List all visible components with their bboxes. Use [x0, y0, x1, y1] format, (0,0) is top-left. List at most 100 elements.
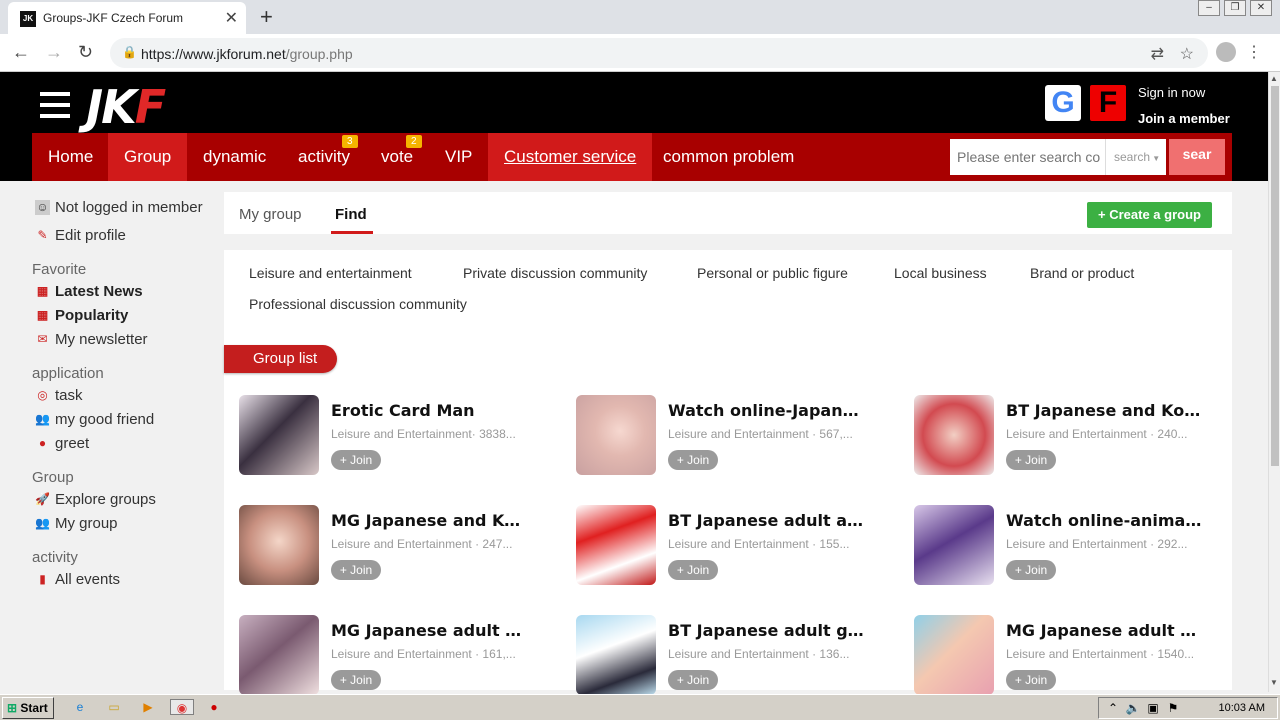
- sign-in-link[interactable]: Sign in now: [1138, 85, 1205, 100]
- folder-icon[interactable]: ▭: [106, 699, 122, 715]
- tab-my-group[interactable]: My group: [239, 206, 302, 223]
- page-scrollbar[interactable]: ▲ ▼: [1268, 72, 1280, 692]
- group-thumbnail[interactable]: [239, 395, 319, 475]
- bookmark-star-icon[interactable]: ☆: [1180, 44, 1194, 64]
- network-icon[interactable]: ▣: [1145, 700, 1161, 716]
- create-group-button[interactable]: + Create a group: [1087, 202, 1212, 228]
- join-button[interactable]: + Join: [331, 450, 381, 470]
- search-input[interactable]: [950, 139, 1105, 175]
- group-card[interactable]: Watch online-animation Leisure and Enter…: [914, 505, 1214, 585]
- category-professional-discussion[interactable]: Professional discussion community: [249, 296, 467, 312]
- nav-vip[interactable]: VIP: [429, 133, 488, 181]
- sidebar-user[interactable]: ☺ Not logged in member: [35, 199, 203, 216]
- translate-icon[interactable]: ⇄: [1151, 44, 1164, 64]
- category-local-business[interactable]: Local business: [894, 265, 987, 281]
- new-tab-icon[interactable]: +: [260, 4, 273, 30]
- group-thumbnail[interactable]: [914, 615, 994, 695]
- join-button[interactable]: + Join: [668, 560, 718, 580]
- flag-icon[interactable]: ⚑: [1165, 700, 1181, 716]
- group-title[interactable]: Erotic Card Man: [331, 401, 531, 420]
- group-title[interactable]: BT Japanese adult anime: [668, 511, 868, 530]
- join-button[interactable]: + Join: [1006, 670, 1056, 690]
- group-title[interactable]: Watch online-Japanese: [668, 401, 868, 420]
- browser-tab[interactable]: JK Groups-JKF Czech Forum ✕: [8, 2, 246, 34]
- volume-icon[interactable]: 🔈: [1125, 700, 1141, 716]
- join-button[interactable]: + Join: [331, 670, 381, 690]
- chrome-icon[interactable]: ◉: [170, 699, 194, 715]
- facebook-login-icon[interactable]: F: [1090, 85, 1126, 121]
- tray-expand-icon[interactable]: ⌃: [1105, 700, 1121, 716]
- group-thumbnail[interactable]: [239, 615, 319, 695]
- back-icon[interactable]: ←: [12, 42, 30, 63]
- category-leisure[interactable]: Leisure and entertainment: [249, 265, 412, 281]
- window-close-icon[interactable]: ✕: [1250, 0, 1272, 16]
- nav-customer-service[interactable]: Customer service: [488, 133, 653, 181]
- join-button[interactable]: + Join: [1006, 560, 1056, 580]
- sidebar-item-my-group[interactable]: 👥 My group: [35, 515, 118, 532]
- restore-icon[interactable]: ❐: [1224, 0, 1246, 16]
- group-card[interactable]: MG Japanese and Korean Leisure and Enter…: [239, 505, 539, 585]
- category-personal-figure[interactable]: Personal or public figure: [697, 265, 848, 281]
- group-title[interactable]: MG Japanese adult games: [331, 621, 531, 640]
- join-button[interactable]: + Join: [1006, 450, 1056, 470]
- group-thumbnail[interactable]: [914, 395, 994, 475]
- forward-icon[interactable]: →: [45, 42, 63, 63]
- group-card[interactable]: BT Japanese and Korean Leisure and Enter…: [914, 395, 1214, 475]
- start-button[interactable]: ⊞ Start: [2, 697, 54, 719]
- group-card[interactable]: BT Japanese adult games Leisure and Ente…: [576, 615, 876, 695]
- group-title[interactable]: MG Japanese and Korean: [331, 511, 531, 530]
- sidebar-heading-application: application: [32, 365, 104, 382]
- join-member-link[interactable]: Join a member: [1138, 111, 1230, 126]
- sidebar-item-task[interactable]: ◎ task: [35, 387, 82, 404]
- sidebar-item-latest-news[interactable]: ▦ Latest News: [35, 283, 143, 300]
- group-thumbnail[interactable]: [576, 505, 656, 585]
- category-private-discussion[interactable]: Private discussion community: [463, 265, 647, 281]
- url-input[interactable]: 🔒 https://www.jkforum.net/group.php ⇄ ☆: [110, 38, 1208, 68]
- sidebar-item-explore-groups[interactable]: 🚀 Explore groups: [35, 491, 156, 508]
- reload-icon[interactable]: ↻: [78, 42, 93, 63]
- sidebar-item-all-events[interactable]: ▮ All events: [35, 571, 120, 588]
- opera-icon[interactable]: ●: [206, 699, 222, 715]
- sidebar-item-popularity[interactable]: ▦ Popularity: [35, 307, 129, 324]
- nav-dynamic[interactable]: dynamic: [187, 133, 282, 181]
- internet-explorer-icon[interactable]: e: [72, 699, 88, 715]
- nav-common-problem[interactable]: common problem: [647, 133, 810, 181]
- minimize-icon[interactable]: –: [1198, 0, 1220, 16]
- join-button[interactable]: + Join: [331, 560, 381, 580]
- group-card[interactable]: Erotic Card Man Leisure and Entertainmen…: [239, 395, 539, 475]
- profile-avatar[interactable]: [1216, 42, 1236, 62]
- sidebar-item-newsletter[interactable]: ✉ My newsletter: [35, 331, 147, 348]
- category-brand-product[interactable]: Brand or product: [1030, 265, 1134, 281]
- search-button[interactable]: sear: [1169, 139, 1225, 175]
- media-player-icon[interactable]: ▶: [140, 699, 156, 715]
- tab-find[interactable]: Find: [335, 206, 367, 223]
- join-button[interactable]: + Join: [668, 670, 718, 690]
- sidebar-item-friend[interactable]: 👥 my good friend: [35, 411, 154, 428]
- browser-menu-icon[interactable]: ⋮: [1246, 42, 1262, 62]
- sidebar-edit-profile[interactable]: ✎ Edit profile: [35, 227, 125, 244]
- group-thumbnail[interactable]: [576, 395, 656, 475]
- join-button[interactable]: + Join: [668, 450, 718, 470]
- nav-group[interactable]: Group: [108, 133, 188, 181]
- group-thumbnail[interactable]: [914, 505, 994, 585]
- group-card[interactable]: MG Japanese adult games Leisure and Ente…: [239, 615, 539, 695]
- google-login-icon[interactable]: G: [1045, 85, 1081, 121]
- group-card[interactable]: MG Japanese adult anime Leisure and Ente…: [914, 615, 1214, 695]
- hamburger-menu-icon[interactable]: [40, 92, 70, 125]
- group-thumbnail[interactable]: [576, 615, 656, 695]
- group-title[interactable]: MG Japanese adult anime: [1006, 621, 1206, 640]
- group-card[interactable]: BT Japanese adult anime Leisure and Ente…: [576, 505, 876, 585]
- scroll-up-icon[interactable]: ▲: [1270, 74, 1278, 83]
- group-card[interactable]: Watch online-Japanese Leisure and Entert…: [576, 395, 876, 475]
- site-logo[interactable]: JKF: [86, 80, 166, 134]
- scroll-down-icon[interactable]: ▼: [1270, 678, 1278, 687]
- close-tab-icon[interactable]: ✕: [225, 8, 238, 28]
- group-title[interactable]: BT Japanese and Korean: [1006, 401, 1206, 420]
- sidebar-item-greet[interactable]: ● greet: [35, 435, 89, 452]
- group-thumbnail[interactable]: [239, 505, 319, 585]
- group-title[interactable]: Watch online-animation: [1006, 511, 1206, 530]
- scroll-thumb[interactable]: [1271, 86, 1279, 466]
- nav-home[interactable]: Home: [32, 133, 109, 181]
- group-title[interactable]: BT Japanese adult games: [668, 621, 868, 640]
- search-type-select[interactable]: search ▼: [1105, 139, 1166, 175]
